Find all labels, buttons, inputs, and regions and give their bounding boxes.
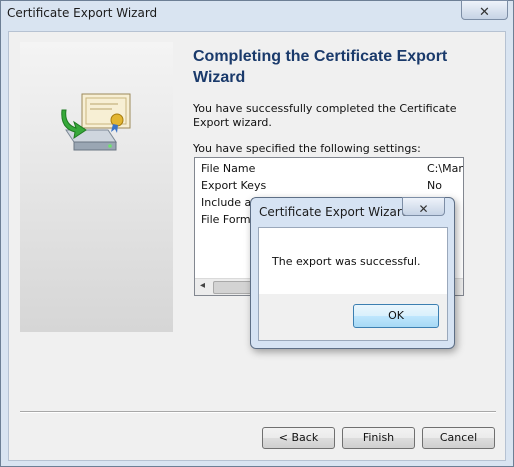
ok-button[interactable]: OK	[353, 304, 439, 328]
completion-description: You have successfully completed the Cert…	[193, 102, 457, 129]
setting-name: File Name	[201, 162, 256, 175]
window-close-button[interactable]: ✕	[461, 0, 508, 20]
list-item[interactable]: Include all	[201, 196, 257, 209]
list-item[interactable]: Export Keys No	[201, 179, 442, 192]
setting-value: C:\Man	[427, 162, 464, 175]
close-icon: ✕	[479, 5, 490, 20]
setting-value: No	[427, 179, 442, 192]
footer-divider	[20, 411, 496, 413]
dialog-message: The export was successful.	[272, 255, 421, 268]
dialog-content: The export was successful. OK	[258, 227, 448, 341]
page-title: Completing the Certificate Export Wizard	[193, 48, 448, 86]
certificate-export-icon	[61, 93, 131, 151]
dialog-close-button[interactable]: ✕	[402, 197, 445, 216]
dialog-title: Certificate Export Wizard	[259, 205, 410, 219]
finish-button[interactable]: Finish	[342, 427, 415, 449]
export-success-dialog: Certificate Export Wizard ✕ The export w…	[250, 197, 455, 349]
setting-name: Export Keys	[201, 179, 267, 192]
cancel-button[interactable]: Cancel	[422, 427, 495, 449]
dialog-footer: OK	[259, 294, 447, 340]
setting-name: Include all	[201, 196, 258, 209]
scroll-left-icon[interactable]: ◂	[200, 280, 205, 291]
wizard-side-panel	[20, 42, 173, 332]
settings-label: You have specified the following setting…	[193, 142, 421, 155]
back-button[interactable]: < Back	[262, 427, 335, 449]
window-title: Certificate Export Wizard	[7, 6, 158, 20]
list-item[interactable]: File Name C:\Man	[201, 162, 463, 175]
close-icon: ✕	[418, 202, 429, 216]
